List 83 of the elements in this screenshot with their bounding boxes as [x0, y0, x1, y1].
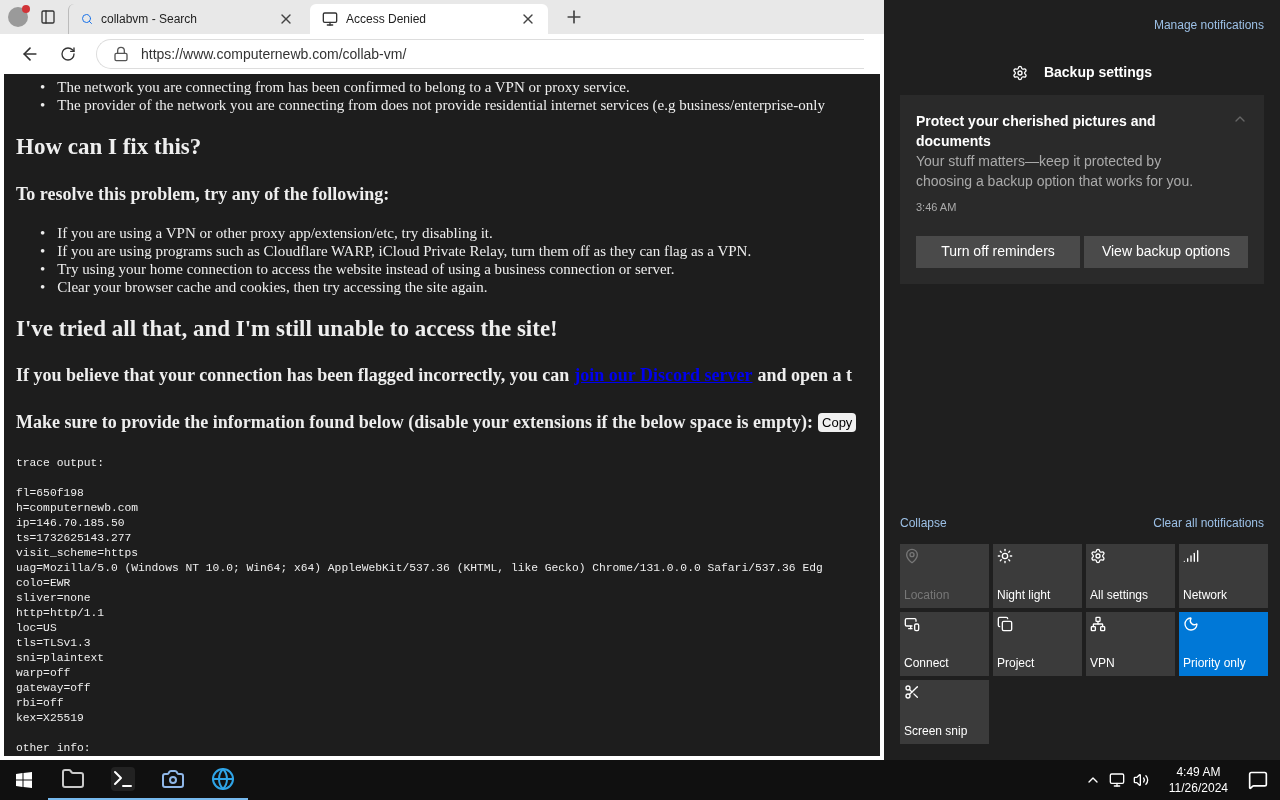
bullet: •	[40, 277, 46, 296]
bullet: •	[40, 259, 46, 278]
quick-action-tile[interactable]: Night light	[993, 544, 1082, 608]
search-icon	[81, 13, 93, 25]
trace-line: trace output:	[16, 456, 106, 471]
trace-line: fl=650f198	[16, 486, 85, 501]
tab-title: collabvm - Search	[101, 11, 199, 28]
bullet-text: Clear your browser cache and cookies, then try accessing the site again.	[57, 277, 488, 296]
tab-title: Access Denied	[346, 11, 428, 28]
trace-line: gateway=off	[16, 681, 92, 696]
trace-line: rbi=off	[16, 696, 65, 711]
app-title: Backup settings	[1043, 63, 1153, 82]
bullet: •	[40, 78, 46, 96]
moon-icon	[1183, 616, 1199, 632]
trace-line: other info:	[16, 741, 92, 756]
bullet-text: The provider of the network you are connecting from does not provide residential internet services (e.g business/enterprise-only	[57, 96, 825, 114]
quick-action-tile[interactable]: VPN	[1086, 612, 1175, 676]
notification-time: 3:46 AM	[916, 200, 958, 215]
folder-icon[interactable]	[61, 767, 85, 791]
notification-title: Protect your cherished pictures and documents	[916, 112, 1157, 151]
trace-line: colo=EWR	[16, 576, 72, 591]
notifications-icon[interactable]	[1248, 770, 1268, 790]
section-heading: How can I fix this?	[16, 133, 203, 161]
volume-icon[interactable]	[1132, 772, 1149, 788]
camera-icon[interactable]	[161, 767, 185, 791]
devices-icon	[904, 616, 920, 632]
quick-action-tile[interactable]: Connect	[900, 612, 989, 676]
browser-icon[interactable]	[211, 767, 235, 791]
lock-icon	[113, 46, 129, 62]
contact-text: and open a t	[757, 364, 852, 387]
bullet: •	[40, 96, 46, 114]
clock[interactable]: 4:49 AM 11/26/2024	[1160, 764, 1236, 796]
collapse-link[interactable]: Collapse	[900, 514, 947, 532]
notification-button[interactable]: Turn off reminders	[916, 235, 1080, 268]
quick-action-tile[interactable]: Network	[1179, 544, 1268, 608]
trace-line: h=computernewb.com	[16, 501, 140, 516]
windows-start-icon[interactable]	[16, 772, 32, 788]
bullet: •	[40, 223, 46, 242]
quick-action-tile[interactable]: Screen snip	[900, 680, 989, 744]
profile-avatar[interactable]	[8, 7, 28, 27]
quick-action-tile[interactable]: All settings	[1086, 544, 1175, 608]
screens-icon	[997, 616, 1013, 632]
copy-button[interactable]: Copy	[818, 412, 857, 433]
notification-card[interactable]: Protect your cherished pictures and documents Your stuff matters—keep it protected by choosing a backup option that works for you. 3:46 AM Turn off reminders View backup options	[900, 95, 1264, 284]
settings-icon	[1011, 64, 1028, 81]
trace-line: ts=1732625143.277	[16, 531, 133, 546]
instruction-text: Make sure to provide the information found below (disable your extensions if the below space is empty):	[16, 411, 813, 434]
page-icon	[322, 11, 338, 27]
bullet-text: If you are using programs such as Cloudflare WARP, iCloud Private Relay, turn them off as they can flag as a VPN.	[57, 241, 752, 260]
sun-icon	[997, 548, 1013, 564]
tab-actions-icon[interactable]	[40, 9, 56, 25]
trace-line: warp=off	[16, 666, 72, 681]
browser-tab[interactable]: Access Denied	[310, 4, 548, 34]
contact-text: If you believe that your connection has been flagged incorrectly, you can	[16, 364, 570, 387]
trace-line: sliver=none	[16, 591, 92, 606]
clear-all-link[interactable]: Clear all notifications	[1153, 514, 1264, 532]
reload-icon[interactable]	[60, 46, 76, 62]
manage-notifications-link[interactable]: Manage notifications	[1153, 16, 1264, 34]
trace-line: sni=plaintext	[16, 651, 106, 666]
bullet-text: Try using your home connection to access the website instead of using a business connection or server.	[57, 259, 675, 278]
settings-icon	[1090, 548, 1106, 564]
location-icon	[904, 548, 920, 564]
trace-line: tls=TLSv1.3	[16, 636, 92, 651]
trace-line: ip=146.70.185.50	[16, 516, 126, 531]
quick-action-tile[interactable]: Project	[993, 612, 1082, 676]
terminal-icon[interactable]	[111, 767, 135, 791]
section-heading: I've tried all that, and I'm still unable to access the site!	[16, 314, 559, 343]
subheading: To resolve this problem, try any of the following:	[16, 182, 391, 206]
signal-icon	[1183, 548, 1199, 564]
scissors-icon	[904, 684, 920, 700]
trace-line: visit_scheme=https	[16, 546, 140, 561]
notification-body: Your stuff matters—keep it protected by choosing a backup option that works for you.	[916, 152, 1195, 191]
trace-line: loc=US	[16, 621, 58, 636]
trace-line: uag=Mozilla/5.0 (Windows NT 10.0; Win64; x64) AppleWebKit/537.36 (KHTML, like Gecko) Chrome/131.0.0.0 Safari/537.36 Edg	[16, 561, 824, 576]
bullet-text: If you are using a VPN or other proxy app/extension/etc, try disabling it.	[57, 223, 493, 242]
bullet-text: The network you are connecting from has been confirmed to belong to a VPN or proxy service.	[57, 78, 630, 96]
quick-action-tile[interactable]: Priority only	[1179, 612, 1268, 676]
vpn-icon	[1090, 616, 1106, 632]
trace-line: kex=X25519	[16, 711, 85, 726]
trace-line: http=http/1.1	[16, 606, 106, 621]
notification-button[interactable]: View backup options	[1084, 235, 1248, 268]
address-bar[interactable]: https://www.computernewb.com/collab-vm/	[96, 39, 864, 69]
bullet: •	[40, 241, 46, 260]
